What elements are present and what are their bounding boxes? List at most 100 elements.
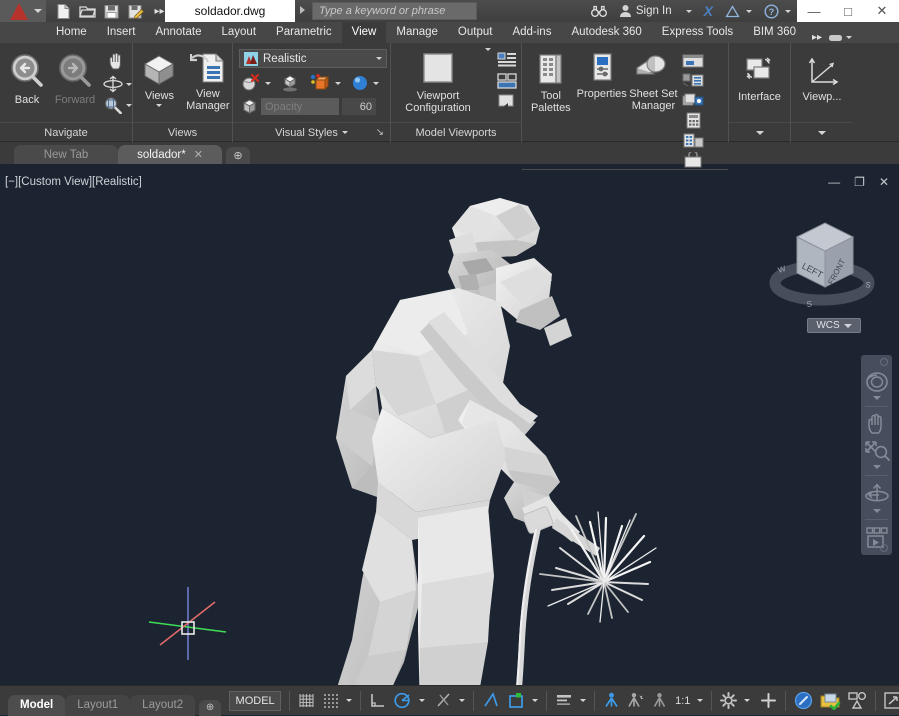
open-file-icon[interactable] <box>79 3 96 20</box>
wcs-caret-icon[interactable] <box>844 324 852 328</box>
orbit-caret-icon[interactable] <box>873 509 881 513</box>
annotation-scale-label[interactable]: 1:1 <box>675 695 690 707</box>
app-menu-caret-icon[interactable] <box>34 9 42 13</box>
transparency-dropdown-caret[interactable] <box>580 699 586 702</box>
ribbon-tab-output[interactable]: Output <box>448 22 503 43</box>
ribbon-tab-manage[interactable]: Manage <box>386 22 448 43</box>
customization-plus-icon[interactable] <box>760 692 777 709</box>
xray-caret-icon[interactable] <box>373 82 379 85</box>
model-space-toggle[interactable]: MODEL <box>229 691 281 711</box>
visual-styles-dialog-launcher[interactable]: ↘ <box>376 127 384 138</box>
workspace-gear-icon[interactable] <box>720 692 737 709</box>
autodesk-a360-icon[interactable] <box>719 0 758 22</box>
ribbon-tab-layout[interactable]: Layout <box>212 22 267 43</box>
ribbon-tab-parametric[interactable]: Parametric <box>266 22 342 43</box>
minimize-button[interactable]: — <box>797 0 831 22</box>
hardware-acceleration-icon[interactable] <box>820 692 841 710</box>
interface-button[interactable]: Interface <box>731 53 789 103</box>
viewports-button[interactable]: Viewp... <box>793 53 851 103</box>
zoom-caret-icon-nav[interactable] <box>873 465 881 469</box>
ribbon-tab-express-tools[interactable]: Express Tools <box>652 22 743 43</box>
snap-dropdown-caret[interactable] <box>346 699 352 702</box>
quickcalc-icon[interactable] <box>682 112 704 129</box>
viewport-configuration-caret-icon[interactable] <box>485 48 491 51</box>
markup-set-icon[interactable] <box>682 92 704 109</box>
no-edges-icon[interactable] <box>241 74 261 92</box>
close-button[interactable]: ✕ <box>865 0 899 22</box>
back-button[interactable]: Back <box>4 48 50 106</box>
opacity-value[interactable]: 60 <box>342 98 376 115</box>
visual-style-combo[interactable]: Realistic <box>239 49 387 68</box>
zoom-caret-icon[interactable] <box>126 104 132 107</box>
zoom-extents-icon[interactable] <box>102 96 132 114</box>
ribbon-tab-insert[interactable]: Insert <box>97 22 146 43</box>
shadow-icon[interactable] <box>280 74 300 92</box>
orbit-icon[interactable] <box>864 482 890 506</box>
osnap-dropdown-caret[interactable] <box>459 699 465 702</box>
maximize-button[interactable]: □ <box>831 0 865 22</box>
viewports-panel-caret-icon[interactable] <box>818 131 826 135</box>
join-viewport-icon[interactable] <box>497 73 517 89</box>
named-viewport-icon[interactable] <box>497 52 517 68</box>
file-tab-close-icon[interactable]: ✕ <box>194 148 203 161</box>
forward-button[interactable]: Forward <box>52 48 98 106</box>
isolate-objects-icon[interactable] <box>794 691 813 710</box>
face-color-icon[interactable] <box>309 74 331 92</box>
navbar-resize-icon[interactable] <box>880 544 888 552</box>
dwg-compare-icon[interactable] <box>682 52 704 69</box>
orbit-caret-icon[interactable] <box>126 83 132 86</box>
welder-3d-model[interactable]: Z X Y <box>0 170 899 685</box>
polar-dropdown-caret[interactable] <box>419 699 425 702</box>
sign-in-button[interactable]: Sign In <box>613 0 698 22</box>
steering-wheel-caret-icon[interactable] <box>873 396 881 400</box>
layout-tab-layout1[interactable]: Layout1 <box>65 695 130 716</box>
view-manager-button[interactable]: ViewManager <box>184 48 232 112</box>
viewcube[interactable]: W S S LEFT FRONT <box>767 215 877 320</box>
help-caret-icon[interactable] <box>785 10 791 13</box>
lineweight-icon[interactable] <box>555 692 573 709</box>
steering-wheel-icon[interactable] <box>865 371 889 393</box>
ribbon-tab-addins[interactable]: Add-ins <box>502 22 561 43</box>
ribbon-tabs-overflow-icon[interactable]: ▸▸ <box>812 32 822 43</box>
scale-dropdown-caret[interactable] <box>697 699 703 702</box>
add-layout-button[interactable]: ⊕ <box>199 700 221 716</box>
ucs-dropdown-caret[interactable] <box>532 699 538 702</box>
opacity-input[interactable]: Opacity <box>261 98 339 115</box>
autoscale-icon[interactable] <box>627 692 644 709</box>
ortho-mode-icon[interactable] <box>369 692 386 709</box>
ribbon-tab-annotate[interactable]: Annotate <box>145 22 211 43</box>
sheet-set-manager-button[interactable]: Sheet SetManager <box>629 48 678 112</box>
ribbon-tab-autodesk360[interactable]: Autodesk 360 <box>561 22 651 43</box>
ribbon-tab-bim360[interactable]: BIM 360 <box>743 22 806 43</box>
polar-tracking-icon[interactable] <box>393 692 412 709</box>
face-color-caret-icon[interactable] <box>335 82 341 85</box>
navbar-close-icon[interactable] <box>880 358 888 366</box>
views-caret-icon[interactable] <box>156 104 162 107</box>
new-file-icon[interactable] <box>55 3 72 20</box>
restore-viewport-icon[interactable] <box>497 94 517 110</box>
search-input[interactable]: Type a keyword or phrase <box>312 2 477 20</box>
file-tab-soldador[interactable]: soldador* ✕ <box>118 145 222 164</box>
ribbon-tab-home[interactable]: Home <box>46 22 97 43</box>
add-file-tab-button[interactable]: ⊕ <box>226 147 250 164</box>
ribbon-minimize-caret-icon[interactable] <box>846 36 852 39</box>
views-button[interactable]: Views <box>137 48 182 107</box>
zoom-extents-icon[interactable] <box>864 440 890 462</box>
snap-mode-icon[interactable] <box>322 692 339 709</box>
ucs-selector[interactable]: WCS <box>807 318 861 333</box>
autodesk-exchange-x[interactable]: X <box>698 0 719 22</box>
edges-caret-icon[interactable] <box>265 82 271 85</box>
interface-panel-caret-icon[interactable] <box>756 131 764 135</box>
dynamic-ucs-icon[interactable] <box>507 692 525 709</box>
annotation-monitor-icon[interactable] <box>651 692 668 709</box>
layout-tab-layout2[interactable]: Layout2 <box>130 695 195 716</box>
sign-in-caret-icon[interactable] <box>686 10 692 13</box>
help-question-icon[interactable]: ? <box>758 0 797 22</box>
object-snap-tracking-icon[interactable] <box>435 692 452 709</box>
pan-hand-icon[interactable] <box>865 413 889 437</box>
visual-style-caret-icon[interactable] <box>376 57 382 60</box>
tool-palettes-button[interactable]: ToolPalettes <box>527 48 575 114</box>
a360-caret-icon[interactable] <box>746 10 752 13</box>
layout-tab-model[interactable]: Model <box>8 695 65 716</box>
design-center-icon[interactable] <box>682 132 704 149</box>
